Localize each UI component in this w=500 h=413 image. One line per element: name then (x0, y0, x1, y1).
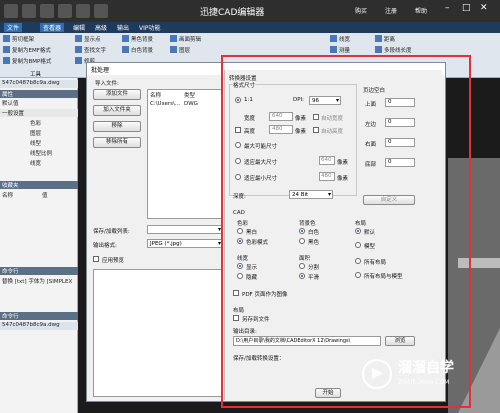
title-bar: 迅捷CAD编辑器 购买 注册 帮助 – □ ✕ (0, 0, 500, 22)
find-text-button[interactable]: 查找文字 (75, 46, 106, 54)
black-bg-button[interactable]: 黑色背景 (122, 35, 153, 43)
prop-linetype[interactable]: 线型 (0, 139, 78, 147)
open-icon[interactable] (22, 4, 36, 18)
show-points-button[interactable]: 显示点 (75, 35, 101, 43)
app-icon (4, 4, 18, 18)
import-label: 导入文件: (95, 81, 119, 87)
left-panel: 547c0487b8c9a.dwg 属性 默认值 一般设置 色彩 图层 线型 线… (0, 78, 78, 413)
command-output: 替换 [txt] 字体为 [SIMPLEX (2, 279, 73, 285)
menu-bar: 文件 查看器 编辑 高级 输出 VIP功能 (0, 22, 500, 33)
properties-title: 属性 (0, 90, 78, 98)
undo-icon[interactable] (76, 4, 90, 18)
add-file-button[interactable]: 添加文件 (93, 89, 141, 100)
save-icon[interactable] (40, 4, 54, 18)
favorites-title: 收藏夹 (0, 181, 78, 189)
ribbon-group-label: 工具 (30, 72, 42, 78)
output-format-select[interactable]: JPEG (*.jpg) (147, 239, 223, 248)
file-col-type: 类型 (184, 93, 196, 99)
output-format-label: 输出格式: (93, 243, 117, 249)
preview-area (93, 269, 223, 397)
prop-general[interactable]: 一般设置 (0, 109, 78, 117)
menu-edit[interactable]: 编辑 (70, 23, 88, 32)
polyline-length-button[interactable]: 多段线长度 (375, 46, 412, 54)
prop-default[interactable]: 默认值 (0, 99, 78, 107)
apply-preview-label: 应用预览 (102, 258, 125, 264)
file-type: DWG (184, 101, 198, 107)
layers-button[interactable]: 图层 (170, 46, 190, 54)
prop-layer[interactable]: 图层 (0, 129, 78, 137)
menu-vip[interactable]: VIP功能 (136, 23, 164, 32)
register-link[interactable]: 注册 (385, 6, 397, 15)
add-folder-button[interactable]: 加入文件夹 (93, 105, 141, 116)
prop-linewidth[interactable]: 线宽 (0, 159, 78, 167)
minimize-icon[interactable]: – (445, 3, 450, 13)
file-path[interactable]: C:\Users\... (150, 101, 180, 107)
file-col-name: 名称 (150, 93, 162, 99)
menu-viewer[interactable]: 查看器 (40, 23, 65, 32)
apply-preview-checkbox[interactable] (93, 256, 99, 262)
bottom-file-tab[interactable]: 547c0487b8c9a.dwg (0, 322, 78, 330)
white-bg-button[interactable]: 白色背景 (122, 46, 153, 54)
maximize-icon[interactable]: □ (462, 3, 471, 13)
close-icon[interactable]: ✕ (480, 3, 488, 13)
file-list[interactable] (147, 89, 223, 219)
remove-button[interactable]: 移除 (93, 121, 141, 132)
menu-output[interactable]: 输出 (114, 23, 132, 32)
buy-link[interactable]: 购买 (355, 6, 367, 15)
watermark: ▶ 溜溜自学 ZIXUE.3066.COM (360, 355, 500, 395)
distance-button[interactable]: 距离 (375, 35, 395, 43)
command-title-2: 命令行 (0, 312, 78, 320)
menu-file[interactable]: 文件 (4, 23, 23, 32)
save-load-list-label: 保存/加载列表: (93, 229, 130, 235)
watermark-url: ZIXUE.3066.COM (398, 379, 450, 386)
prop-linetype-scale[interactable]: 线型比例 (0, 149, 78, 157)
remove-all-button[interactable]: 移除所有 (93, 137, 141, 148)
print-icon[interactable] (58, 4, 72, 18)
clip-frame-button[interactable]: 剪切框架 (3, 35, 34, 43)
favorites-col-value: 值 (42, 193, 48, 199)
help-link[interactable]: 帮助 (415, 6, 427, 15)
watermark-title: 溜溜自学 (398, 360, 454, 376)
save-load-list-select[interactable] (147, 225, 223, 234)
measure-button[interactable]: 测量 (330, 46, 350, 54)
redo-icon[interactable] (94, 4, 108, 18)
menu-advanced[interactable]: 高级 (92, 23, 110, 32)
copy-emf-button[interactable]: 复制为EMF格式 (3, 46, 51, 54)
prop-color[interactable]: 色彩 (0, 119, 78, 127)
watermark-logo-icon: ▶ (362, 359, 392, 389)
command-title: 命令行 (0, 267, 78, 275)
clip-button[interactable]: 画面剪辑 (170, 35, 201, 43)
copy-bmp-button[interactable]: 复制为BMP格式 (3, 57, 51, 65)
file-tab[interactable]: 547c0487b8c9a.dwg (0, 80, 78, 88)
linewidth-button[interactable]: 线宽 (330, 35, 350, 43)
window-title: 迅捷CAD编辑器 (200, 8, 265, 18)
